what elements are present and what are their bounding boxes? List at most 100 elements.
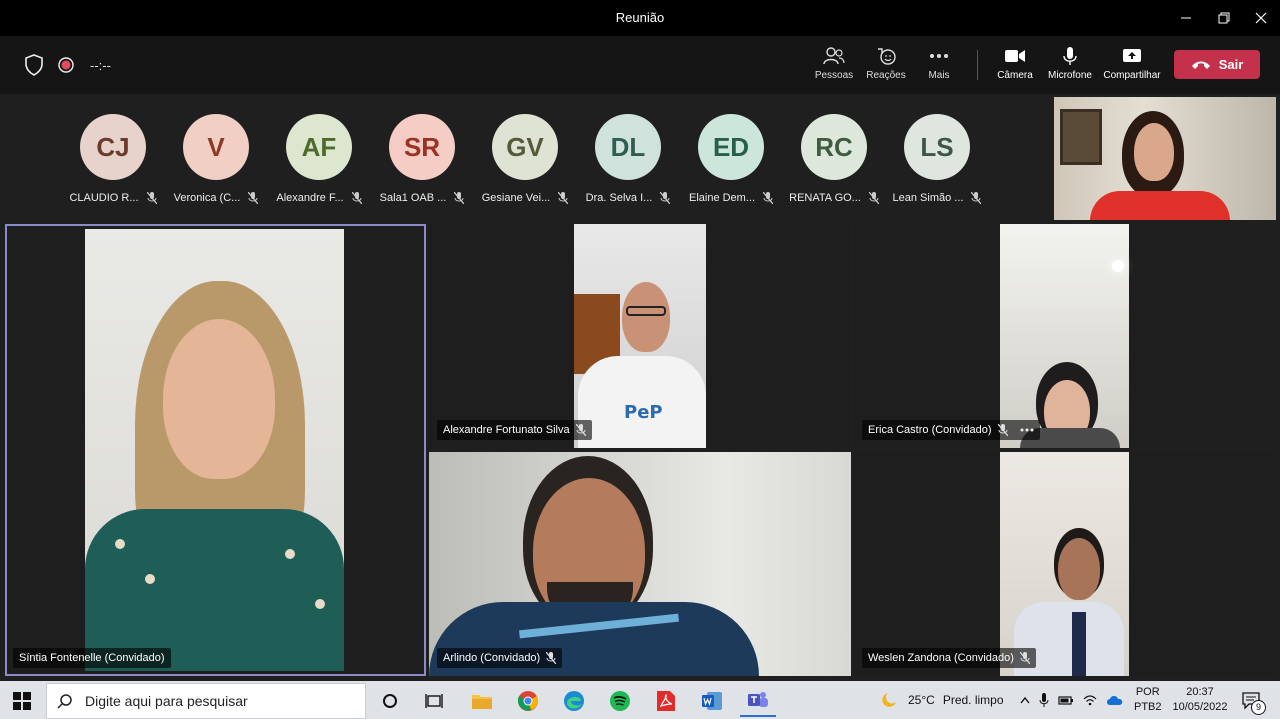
edge-icon — [564, 691, 584, 711]
taskbar-clock[interactable]: 20:37 10/05/2022 — [1168, 685, 1232, 715]
restore-button[interactable] — [1210, 6, 1238, 30]
participant-6[interactable]: ED Elaine Dem... — [681, 114, 781, 204]
chrome-app[interactable] — [510, 685, 546, 717]
wifi-icon[interactable] — [1083, 694, 1097, 706]
video-feed — [85, 229, 344, 671]
leave-button[interactable]: Sair — [1174, 50, 1260, 79]
mic-muted-icon — [546, 652, 557, 664]
more-options-icon[interactable] — [1020, 428, 1034, 432]
mic-muted-icon — [868, 192, 879, 204]
nametag-text: Síntia Fontenelle (Convidado) — [19, 652, 165, 664]
more-button[interactable]: Mais — [917, 46, 961, 90]
participant-name-text: Alexandre F... — [276, 192, 344, 204]
participant-name: Gesiane Vei... — [475, 192, 575, 204]
participant-name-text: Sala1 OAB ... — [379, 192, 447, 204]
clock-time: 20:37 — [1186, 686, 1214, 698]
mic-muted-icon — [660, 192, 671, 204]
chevron-up-icon[interactable] — [1020, 696, 1030, 704]
video-tile-sintia[interactable]: Síntia Fontenelle (Convidado) — [5, 224, 426, 676]
nametag: Arlindo (Convidado) — [437, 648, 563, 668]
share-button[interactable]: Compartilhar — [1102, 46, 1162, 90]
participant-5[interactable]: DL Dra. Selva I... — [578, 114, 678, 204]
minimize-button[interactable] — [1172, 6, 1200, 30]
participant-name-text: CLAUDIO R... — [69, 192, 139, 204]
windows-taskbar: Digite aqui para pesquisar 25°C Pred. li… — [0, 681, 1280, 719]
video-tile-weslen[interactable]: Weslen Zandona (Convidado) — [854, 452, 1275, 676]
teams-app[interactable] — [740, 685, 776, 717]
search-placeholder: Digite aqui para pesquisar — [85, 693, 248, 709]
nametag: Síntia Fontenelle (Convidado) — [13, 648, 171, 668]
microphone-tray-icon[interactable] — [1039, 693, 1049, 707]
reactions-button[interactable]: Reações — [864, 46, 908, 90]
participant-name: CLAUDIO R... — [63, 192, 163, 204]
file-explorer-app[interactable] — [464, 685, 500, 717]
share-label: Compartilhar — [1103, 70, 1161, 81]
more-label: Mais — [928, 70, 950, 81]
participant-name-text: Lean Simão ... — [892, 192, 964, 204]
participant-8[interactable]: LS Lean Simão ... — [887, 114, 987, 204]
avatar: ED — [698, 114, 764, 180]
avatar: GV — [492, 114, 558, 180]
participant-name: Elaine Dem... — [681, 192, 781, 204]
self-video-preview[interactable] — [1054, 97, 1276, 220]
taskbar-search-box[interactable]: Digite aqui para pesquisar — [46, 683, 366, 719]
avatar: AF — [286, 114, 352, 180]
avatar: RC — [801, 114, 867, 180]
toolbar-divider — [977, 50, 978, 80]
mic-muted-icon — [454, 192, 465, 204]
moon-cloud-icon — [882, 693, 896, 707]
microphone-icon — [1063, 47, 1077, 65]
input-language-indicator[interactable]: POR PTB2 — [1134, 685, 1162, 715]
edge-app[interactable] — [556, 685, 592, 717]
video-tile-arlindo[interactable]: Arlindo (Convidado) — [429, 452, 851, 676]
participant-roster: CJ CLAUDIO R... V Veronica (C... AF Alex… — [0, 94, 1050, 220]
nametag-text: Arlindo (Convidado) — [443, 652, 541, 664]
video-feed — [429, 452, 851, 676]
window-title-bar: Reunião — [0, 0, 1280, 36]
task-view-button[interactable] — [416, 685, 452, 717]
people-button[interactable]: Pessoas — [812, 46, 856, 90]
pdf-icon — [657, 691, 675, 711]
spotify-app[interactable] — [602, 685, 638, 717]
meeting-timer: --:-- — [90, 58, 111, 73]
cortana-circle-icon — [383, 694, 397, 708]
cortana-button[interactable] — [372, 685, 408, 717]
participant-4[interactable]: GV Gesiane Vei... — [475, 114, 575, 204]
start-button[interactable] — [4, 685, 40, 717]
participant-3[interactable]: SR Sala1 OAB ... — [372, 114, 472, 204]
avatar: CJ — [80, 114, 146, 180]
participant-1[interactable]: V Veronica (C... — [166, 114, 266, 204]
battery-icon[interactable] — [1058, 694, 1074, 706]
word-app[interactable] — [694, 685, 730, 717]
participant-7[interactable]: RC RENATA GO... — [784, 114, 884, 204]
acrobat-app[interactable] — [648, 685, 684, 717]
participant-name: RENATA GO... — [784, 192, 884, 204]
participant-name: Sala1 OAB ... — [372, 192, 472, 204]
close-window-button[interactable] — [1247, 6, 1275, 30]
participant-0[interactable]: CJ CLAUDIO R... — [63, 114, 163, 204]
reactions-icon — [878, 48, 896, 65]
mic-muted-icon — [971, 192, 982, 204]
video-tile-erica[interactable]: Erica Castro (Convidado) — [854, 224, 1275, 448]
search-icon — [57, 694, 72, 709]
camera-button[interactable]: Câmera — [993, 46, 1037, 90]
participant-name: Alexandre F... — [269, 192, 369, 204]
onedrive-cloud-icon[interactable] — [1106, 694, 1124, 706]
recording-icon — [57, 56, 75, 74]
spotify-icon — [610, 691, 630, 711]
video-tile-alexandre[interactable]: PeP Alexandre Fortunato Silva — [429, 224, 851, 448]
participant-name: Lean Simão ... — [887, 192, 987, 204]
nametag: Erica Castro (Convidado) — [862, 420, 1040, 440]
participant-name: Dra. Selva I... — [578, 192, 678, 204]
weather-widget[interactable]: 25°C Pred. limpo — [878, 681, 1004, 719]
mic-muted-icon — [997, 424, 1008, 436]
participant-2[interactable]: AF Alexandre F... — [269, 114, 369, 204]
mic-muted-icon — [1019, 652, 1030, 664]
notification-center-button[interactable]: 9 — [1238, 685, 1266, 717]
reactions-label: Reações — [866, 70, 906, 81]
microphone-button[interactable]: Microfone — [1045, 46, 1095, 90]
participant-name-text: RENATA GO... — [789, 192, 861, 204]
share-screen-icon — [1123, 49, 1141, 62]
shield-icon[interactable] — [24, 54, 44, 76]
nametag-text: Alexandre Fortunato Silva — [443, 424, 570, 436]
